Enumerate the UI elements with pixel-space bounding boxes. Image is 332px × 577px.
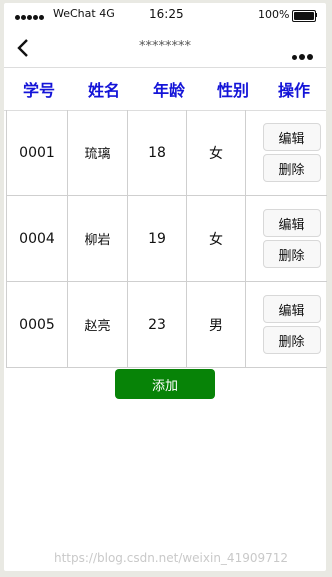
clock: 16:25 [149, 7, 184, 21]
phone-screen: WeChat 4G 16:25 100% ******** 学号 姓名 年龄 性… [4, 3, 327, 571]
cell-actions: 编辑 删除 [246, 110, 327, 195]
cell-age: 19 [128, 196, 187, 281]
table-header: 学号 姓名 年龄 性别 操作 [4, 67, 326, 111]
header-name: 姓名 [87, 81, 120, 100]
cell-id: 0001 [7, 110, 68, 195]
cell-id: 0005 [7, 282, 68, 367]
cell-age: 18 [128, 110, 187, 195]
page-title: ******** [139, 39, 191, 54]
cell-name: 赵亮 [68, 282, 128, 367]
cell-name: 柳岩 [68, 196, 128, 281]
delete-button[interactable]: 删除 [262, 326, 321, 354]
header-actions: 操作 [277, 81, 310, 100]
table-row: 0001 琉璃 18 女 编辑 删除 [7, 110, 327, 196]
carrier-label: WeChat 4G [53, 7, 115, 20]
battery-tip [315, 13, 317, 17]
cell-name: 琉璃 [68, 110, 128, 195]
battery-percent: 100% [258, 8, 290, 21]
edit-button[interactable]: 编辑 [262, 209, 321, 237]
add-button[interactable]: 添加 [115, 369, 215, 399]
table-row: 0005 赵亮 23 男 编辑 删除 [7, 282, 327, 368]
header-student-id: 学号 [22, 81, 55, 100]
edit-button[interactable]: 编辑 [262, 123, 321, 151]
student-table: 0001 琉璃 18 女 编辑 删除 0004 柳岩 19 女 编辑 删除 00… [6, 110, 327, 368]
header-gender: 性别 [216, 81, 249, 100]
cell-gender: 男 [187, 282, 246, 367]
delete-button[interactable]: 删除 [262, 240, 321, 268]
watermark-text: https://blog.csdn.net/weixin_41909712 [54, 551, 289, 565]
status-bar: WeChat 4G 16:25 100% [4, 3, 326, 25]
battery-icon [292, 10, 316, 22]
table-row: 0004 柳岩 19 女 编辑 删除 [7, 196, 327, 282]
cell-gender: 女 [187, 110, 246, 195]
delete-button[interactable]: 删除 [262, 154, 321, 182]
nav-bar: ******** [4, 27, 326, 67]
cell-gender: 女 [187, 196, 246, 281]
signal-icon [15, 10, 45, 23]
more-menu-icon[interactable] [292, 45, 315, 64]
edit-button[interactable]: 编辑 [262, 295, 321, 323]
cell-age: 23 [128, 282, 187, 367]
cell-actions: 编辑 删除 [246, 282, 327, 367]
cell-id: 0004 [7, 196, 68, 281]
cell-actions: 编辑 删除 [246, 196, 327, 281]
header-age: 年龄 [152, 81, 185, 100]
